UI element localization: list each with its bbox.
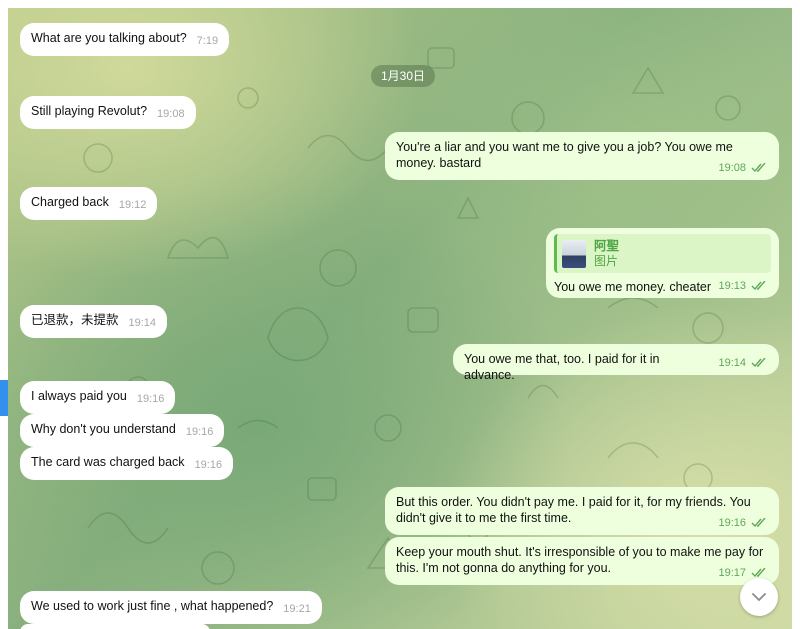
incoming-message[interactable]: Charged back 19:12 bbox=[20, 187, 158, 220]
outgoing-message-with-reply[interactable]: 阿聖 图片 You owe me money. cheater 19:13 bbox=[546, 228, 779, 298]
reply-quote[interactable]: 阿聖 图片 bbox=[554, 234, 771, 273]
message-text: We used to work just fine , what happene… bbox=[31, 599, 274, 613]
message-time: 19:16 bbox=[185, 426, 214, 438]
message-time: 19:17 bbox=[718, 567, 746, 579]
message-text: I always paid you bbox=[31, 389, 127, 403]
message-meta: 19:13 bbox=[718, 278, 767, 294]
incoming-message[interactable]: What are you talking about? 7:19 bbox=[20, 23, 230, 56]
double-check-icon bbox=[751, 281, 766, 291]
outgoing-message[interactable]: You're a liar and you want me to give yo… bbox=[385, 132, 779, 180]
double-check-icon bbox=[751, 568, 766, 578]
message-time: 7:19 bbox=[196, 35, 219, 47]
message-text: You're a liar and you want me to give yo… bbox=[396, 140, 733, 170]
message-meta: 19:14 bbox=[718, 355, 767, 371]
reply-media-label: 图片 bbox=[594, 254, 619, 268]
message-meta: 19:08 bbox=[718, 160, 767, 176]
message-time: 19:14 bbox=[128, 317, 157, 329]
reply-thumbnail bbox=[562, 239, 586, 268]
message-time: 19:13 bbox=[718, 280, 746, 292]
incoming-message-partial bbox=[20, 624, 210, 629]
left-edge-indicator bbox=[0, 380, 8, 416]
incoming-message[interactable]: The card was charged back 19:16 bbox=[20, 447, 234, 480]
message-text: Still playing Revolut? bbox=[31, 104, 148, 118]
message-time: 19:14 bbox=[718, 357, 746, 369]
message-meta: 19:16 bbox=[718, 515, 767, 531]
double-check-icon bbox=[751, 358, 766, 368]
message-text: What are you talking about? bbox=[31, 31, 187, 45]
incoming-message[interactable]: We used to work just fine , what happene… bbox=[20, 591, 322, 624]
message-time: 19:16 bbox=[194, 459, 223, 471]
reply-sender-name: 阿聖 bbox=[594, 239, 620, 253]
outgoing-message[interactable]: Keep your mouth shut. It's irresponsible… bbox=[385, 537, 779, 585]
double-check-icon bbox=[751, 518, 766, 528]
incoming-message[interactable]: 已退款，未提款 19:14 bbox=[20, 305, 168, 338]
message-text: Why don't you understand bbox=[31, 422, 176, 436]
date-divider: 1月30日 bbox=[371, 65, 436, 87]
message-text: Charged back bbox=[31, 195, 109, 209]
chevron-down-icon bbox=[752, 593, 766, 602]
incoming-message[interactable]: Why don't you understand 19:16 bbox=[20, 414, 225, 447]
message-text: You owe me money. cheater bbox=[554, 280, 712, 294]
message-time: 19:08 bbox=[157, 108, 185, 120]
message-text: Keep your mouth shut. It's irresponsible… bbox=[396, 545, 764, 575]
chat-area[interactable]: 1月30日 What are you talking about? 7:19 St… bbox=[8, 8, 792, 629]
message-time: 19:16 bbox=[718, 517, 746, 529]
double-check-icon bbox=[751, 163, 766, 173]
incoming-message[interactable]: I always paid you 19:16 bbox=[20, 381, 176, 414]
message-time: 19:12 bbox=[118, 199, 147, 211]
outgoing-message[interactable]: But this order. You didn't pay me. I pai… bbox=[385, 487, 779, 535]
outgoing-message[interactable]: You owe me that, too. I paid for it in a… bbox=[453, 344, 779, 382]
message-text: But this order. You didn't pay me. I pai… bbox=[396, 495, 751, 525]
message-text: 已退款，未提款 bbox=[31, 313, 119, 327]
message-text: The card was charged back bbox=[31, 455, 185, 469]
scroll-to-bottom-button[interactable] bbox=[740, 578, 778, 616]
message-time: 19:08 bbox=[718, 162, 746, 174]
message-time: 19:21 bbox=[283, 603, 311, 615]
message-time: 19:16 bbox=[136, 393, 165, 405]
incoming-message[interactable]: Still playing Revolut? 19:08 bbox=[20, 96, 196, 129]
